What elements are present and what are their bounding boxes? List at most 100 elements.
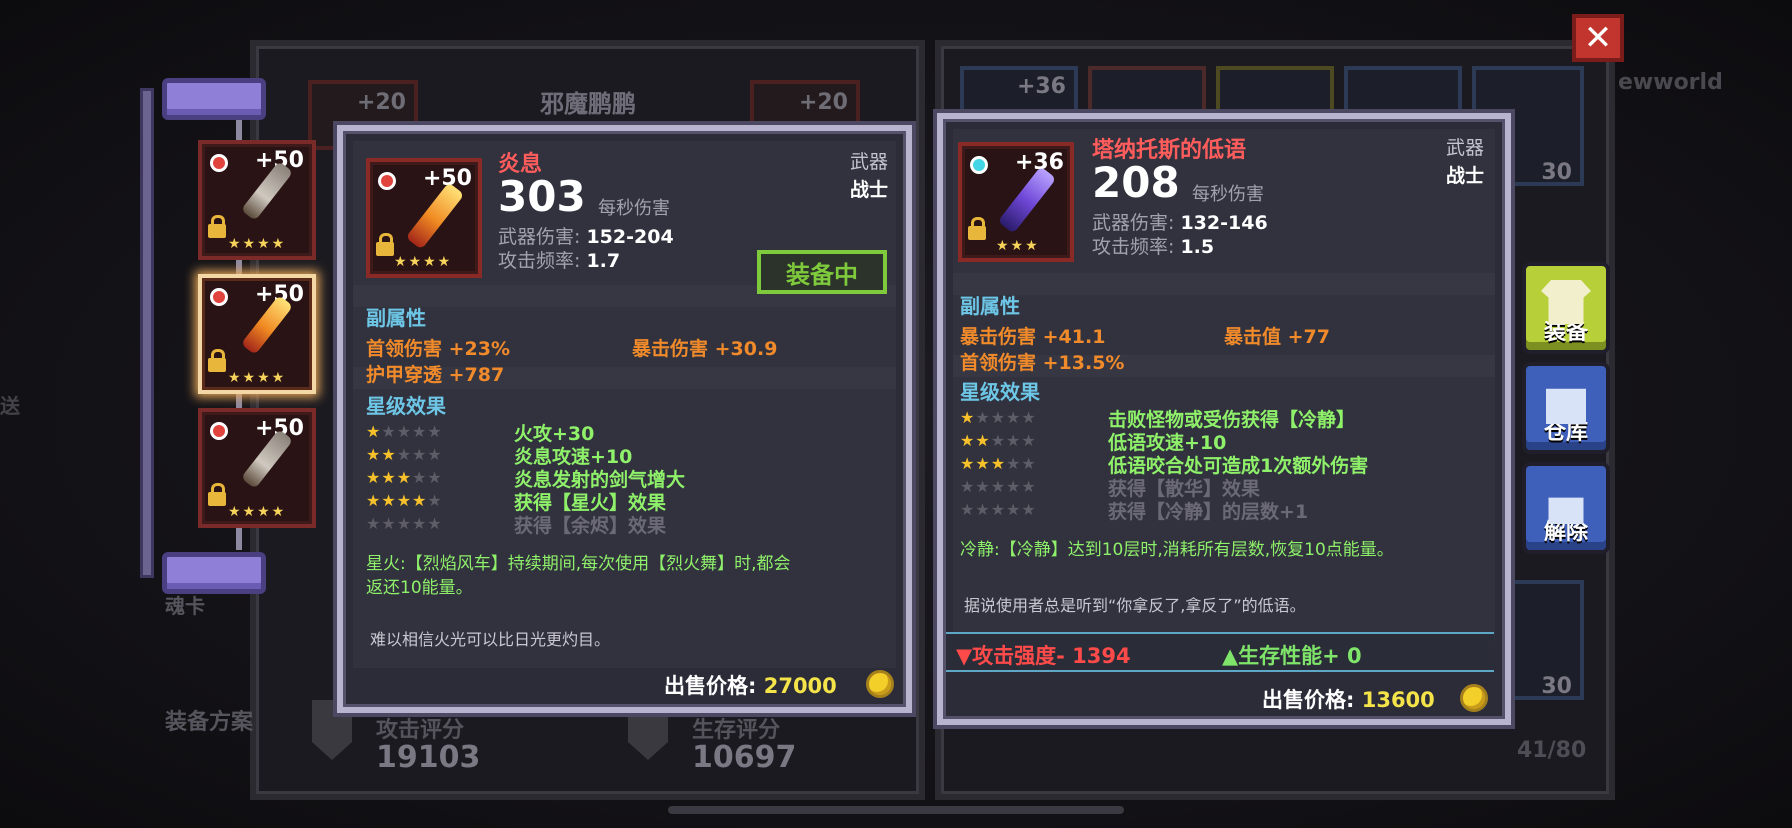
star-icon: ★ <box>381 445 397 464</box>
equipped-badge: 装备中 <box>757 250 887 294</box>
star-icon: ★ <box>396 445 413 464</box>
item-stars: ★★★★ <box>228 236 287 252</box>
star-icon: ★ <box>427 491 443 510</box>
star-icon: ★ <box>960 500 976 519</box>
star-icon: ★ <box>396 422 413 441</box>
star-icon: ★ <box>1006 408 1022 427</box>
star-icon: ★ <box>990 408 1007 427</box>
star-icon: ★ <box>1006 500 1022 519</box>
scroll-up-button[interactable] <box>162 78 266 120</box>
star-effect-text: 获得【余烬】效果 <box>514 515 667 537</box>
unequip-button[interactable]: 解除 <box>1522 462 1610 554</box>
lock-icon <box>208 349 226 372</box>
lock-icon <box>208 483 226 506</box>
star-icon: ★ <box>427 468 443 487</box>
star-icon: ★ <box>1021 408 1037 427</box>
gem-icon <box>378 172 396 190</box>
star-icon: ★ <box>396 468 413 487</box>
star-icon: ★ <box>381 491 397 510</box>
special-effect-desc: 冷静:【冷静】达到10层时,消耗所有层数,恢复10点能量。 <box>960 540 1394 560</box>
void-blade-icon <box>997 166 1057 234</box>
sub-attr-title: 副属性 <box>366 306 426 330</box>
dps-value: 208 <box>1092 158 1180 207</box>
home-indicator[interactable] <box>668 806 1124 814</box>
star-icon: ★ <box>990 500 1007 519</box>
scroll-rod <box>140 88 154 578</box>
star-icon: ★ <box>366 491 382 510</box>
star-icon: ★ <box>366 468 382 487</box>
sub-attr: 首领伤害 +13.5% <box>960 352 1125 374</box>
star-icon: ★ <box>396 514 413 533</box>
character-name: 邪魔鹏鹏 <box>540 90 636 118</box>
star-icon: ★ <box>975 500 991 519</box>
gem-icon <box>210 288 228 306</box>
flavor-text: 据说使用者总是听到“你拿反了,拿反了”的低语。 <box>964 596 1306 615</box>
storage-button[interactable]: 仓库 <box>1522 362 1610 454</box>
dps-label: 每秒伤害 <box>1192 184 1264 205</box>
survival-compare-up: ▲生存性能+ 0 <box>1222 644 1362 668</box>
lock-icon <box>968 217 986 240</box>
attack-compare-down: ▼攻击强度- 1394 <box>956 644 1131 668</box>
star-icon: ★ <box>990 477 1007 496</box>
sub-attr: 暴击伤害 +30.9 <box>632 338 778 360</box>
coin-icon <box>866 670 894 698</box>
sell-price: 出售价格: 13600 <box>1262 688 1435 712</box>
star-icon: ★ <box>381 514 397 533</box>
close-button[interactable]: ✕ <box>1572 14 1624 62</box>
item-category: 武器 战士 <box>1445 137 1484 187</box>
soul-card-label: 魂卡 <box>165 594 205 618</box>
star-icon: ★ <box>1021 500 1037 519</box>
star-icon: ★ <box>427 445 443 464</box>
item-list-card[interactable]: +50 ★★★★ <box>198 140 316 260</box>
star-icon: ★ <box>396 491 413 510</box>
star-icon: ★ <box>960 431 976 450</box>
shirt-icon <box>1541 280 1591 324</box>
star-rating-row: ★★★★★ <box>366 468 443 487</box>
dps-label: 每秒伤害 <box>598 198 670 219</box>
storage-icon <box>1546 388 1586 424</box>
row-strip <box>953 273 1495 295</box>
gem-icon <box>210 422 228 440</box>
star-icon: ★ <box>381 468 397 487</box>
newworld-label: ewworld <box>1618 70 1723 95</box>
star-icon: ★ <box>960 408 976 427</box>
flame-sword-icon <box>405 182 465 250</box>
lock-icon <box>208 215 226 238</box>
item-list-card-selected[interactable]: +50 ★★★★ <box>198 274 316 394</box>
star-rating-row: ★★★★★ <box>960 454 1037 473</box>
survival-score-value: 10697 <box>692 740 797 775</box>
star-rating-row: ★★★★★ <box>366 514 443 533</box>
star-rating-row: ★★★★★ <box>960 477 1037 496</box>
equipment-plan-label[interactable]: 装备方案 <box>165 704 253 736</box>
gem-icon <box>970 156 988 174</box>
sub-attr: 首领伤害 +23% <box>366 338 511 360</box>
sub-attr: 暴击伤害 +41.1 <box>960 326 1106 348</box>
item-category: 武器 战士 <box>849 151 888 201</box>
scroll-down-button[interactable] <box>162 552 266 594</box>
attack-rate: 攻击频率: 1.7 <box>498 250 621 272</box>
equip-button[interactable]: 装备 <box>1522 262 1610 354</box>
star-rating-row: ★★★★★ <box>366 491 443 510</box>
star-icon: ★ <box>427 422 443 441</box>
star-icon: ★ <box>990 431 1007 450</box>
star-icon: ★ <box>412 445 428 464</box>
item-stars: ★★★★ <box>394 254 453 270</box>
item-list-card[interactable]: +50 ★★★★ <box>198 408 316 528</box>
attack-score-value: 19103 <box>376 740 481 775</box>
compare-item-icon: +36 ★★★ <box>958 142 1074 262</box>
star-rating-row: ★★★★★ <box>960 431 1037 450</box>
star-icon: ★ <box>1021 454 1037 473</box>
sub-attr: 护甲穿透 +787 <box>366 364 505 386</box>
star-icon: ★ <box>412 514 428 533</box>
star-icon: ★ <box>366 445 382 464</box>
star-icon: ★ <box>975 431 991 450</box>
game-screen: 邪魔鹏鹏 +20 +20 攻击评分 19103 生存评分 10697 +36 3… <box>0 0 1792 828</box>
star-rating-row: ★★★★★ <box>366 422 443 441</box>
star-icon: ★ <box>366 514 382 533</box>
gem-icon <box>210 154 228 172</box>
star-rating-row: ★★★★★ <box>366 445 443 464</box>
star-icon: ★ <box>427 514 443 533</box>
send-label: 送 <box>0 394 20 418</box>
star-icon: ★ <box>960 454 976 473</box>
star-icon: ★ <box>975 477 991 496</box>
